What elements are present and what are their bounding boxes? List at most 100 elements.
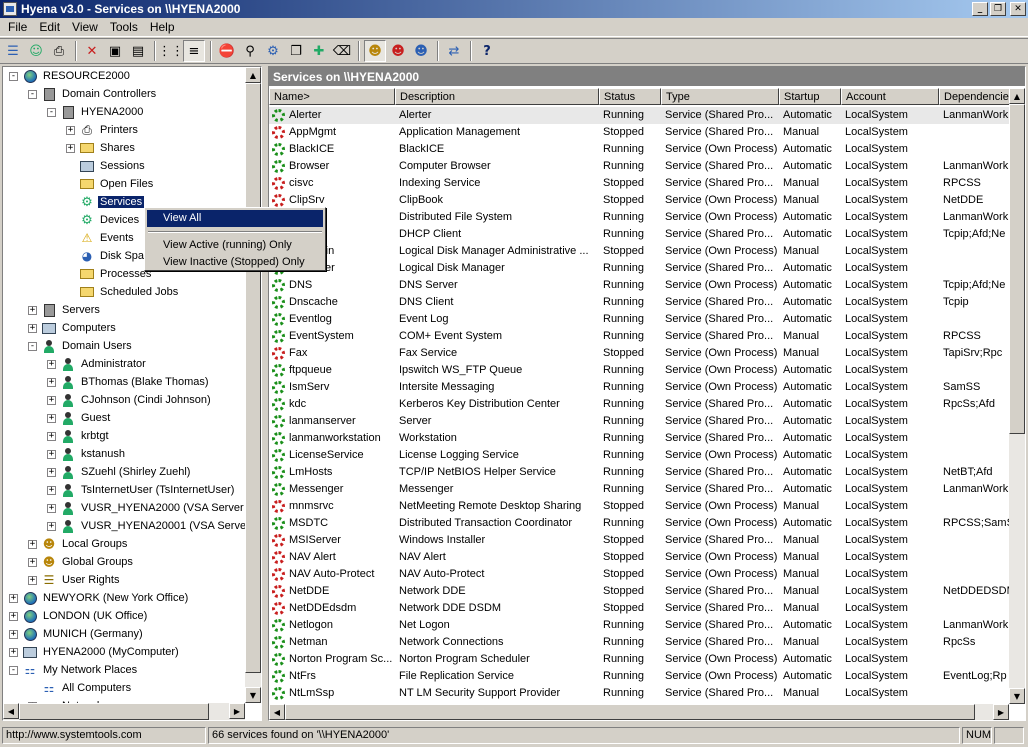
table-row[interactable]: NAV Alert NAV Alert Stopped Service (Own Pr… — [269, 549, 1009, 566]
tree-node[interactable]: Sessions — [66, 157, 147, 175]
tree-node[interactable]: + TsInternetUser (TsInternetUser) — [47, 481, 236, 499]
copy-icon[interactable]: ❐ — [285, 40, 307, 62]
tree-node-label[interactable]: My Network Places — [41, 664, 139, 676]
tree-node[interactable]: - ⚏ My Network Places — [9, 661, 139, 679]
tree-node[interactable]: + SZuehl (Shirley Zuehl) — [47, 463, 192, 481]
tree-horizontal-scrollbar[interactable]: ◀ ▶ — [3, 703, 245, 720]
tree-node-label[interactable]: NEWYORK (New York Office) — [41, 592, 190, 604]
column-status[interactable]: Status — [599, 88, 661, 105]
tree-expander[interactable]: + — [47, 377, 56, 387]
tree-node[interactable]: + VUSR_HYENA20001 (VSA Server A — [47, 517, 245, 535]
tree-node[interactable]: + Computers — [28, 319, 118, 337]
list-horizontal-scrollbar[interactable]: ◀ ▶ — [269, 704, 1009, 720]
tree-expander[interactable]: + — [47, 395, 56, 405]
tree-node-label[interactable]: Printers — [98, 124, 140, 136]
column-name[interactable]: Name> — [269, 88, 395, 105]
tree-expander[interactable]: + — [9, 611, 18, 621]
tree-node[interactable]: + kstanush — [47, 445, 127, 463]
table-row[interactable]: DfsDistributed File SystemRunningService… — [269, 209, 1009, 226]
tree-node-label[interactable]: SZuehl (Shirley Zuehl) — [79, 466, 192, 478]
tree-node[interactable]: - HYENA2000 — [47, 103, 145, 121]
scroll-down-button[interactable]: ▼ — [1009, 688, 1025, 704]
tree-expander[interactable]: - — [28, 89, 37, 99]
table-row[interactable]: BlackICE BlackICE Running Service (Own Proc… — [269, 141, 1009, 158]
tree-node-label[interactable]: Sessions — [98, 160, 147, 172]
table-row[interactable]: dmadminLogical Disk Manager Administrati… — [269, 243, 1009, 260]
tree-expander[interactable]: + — [9, 629, 18, 639]
tree-node-label[interactable]: krbtgt — [79, 430, 111, 442]
table-row[interactable]: LmHosts TCP/IP NetBIOS Helper Service Runn… — [269, 464, 1009, 481]
add-user-icon[interactable]: ☻ — [410, 40, 432, 62]
scroll-thumb[interactable] — [245, 83, 261, 673]
table-row[interactable]: IsmServ Intersite Messaging Running Service… — [269, 379, 1009, 396]
scroll-thumb[interactable] — [1009, 104, 1025, 434]
menu-help[interactable]: Help — [144, 18, 181, 36]
tree-node-label[interactable]: LONDON (UK Office) — [41, 610, 149, 622]
tree-node[interactable]: + CJohnson (Cindi Johnson) — [47, 391, 213, 409]
tree-node[interactable]: ⚏ All Computers — [28, 679, 133, 697]
tree-node[interactable]: + ☻ Global Groups — [28, 553, 135, 571]
tree-node-label[interactable]: Events — [98, 232, 136, 244]
scroll-left-button[interactable]: ◀ — [269, 704, 285, 720]
tree-node[interactable]: + ⎙ Printers — [66, 121, 140, 139]
table-row[interactable]: NAV Auto-Protect NAV Auto-Protect Stopped S… — [269, 566, 1009, 583]
table-row[interactable]: Fax Fax Service Stopped Service (Own Proces… — [269, 345, 1009, 362]
tree-expander[interactable]: + — [66, 125, 75, 135]
tree-node-label[interactable]: Shares — [98, 142, 137, 154]
tree-node[interactable]: Processes — [66, 265, 153, 283]
tree-add-icon[interactable]: ✚ — [308, 40, 330, 62]
tree-expander[interactable]: + — [9, 647, 18, 657]
column-account[interactable]: Account — [841, 88, 939, 105]
tree-node-label[interactable]: Domain Controllers — [60, 88, 158, 100]
table-row[interactable]: DNS DNS Server Running Service (Own Process… — [269, 277, 1009, 294]
menu-tools[interactable]: Tools — [104, 18, 144, 36]
tree-node-label[interactable]: Computers — [60, 322, 118, 334]
table-row[interactable]: ClipSrv ClipBook Stopped Service (Own Proce… — [269, 192, 1009, 209]
tree-expander[interactable]: + — [28, 557, 37, 567]
tree-node-label[interactable]: Local Groups — [60, 538, 129, 550]
tree-expander[interactable]: + — [28, 305, 37, 315]
print-icon[interactable]: ⎙ — [48, 40, 70, 62]
table-row[interactable]: Netlogon Net Logon Running Service (Shared … — [269, 617, 1009, 634]
maximize-button[interactable]: ❐ — [990, 2, 1006, 16]
list-vertical-scrollbar[interactable]: ▲ ▼ — [1009, 88, 1025, 704]
tree-node-label[interactable]: MUNICH (Germany) — [41, 628, 145, 640]
tree-node-label[interactable]: Open Files — [98, 178, 155, 190]
tree-node[interactable]: + ☻ Local Groups — [28, 535, 129, 553]
table-row[interactable]: NetDDEdsdm Network DDE DSDM Stopped Service… — [269, 600, 1009, 617]
tree-expander[interactable]: - — [9, 665, 18, 675]
tree-expander[interactable]: - — [9, 71, 18, 81]
table-row[interactable]: Browser Computer Browser Running Service (S… — [269, 158, 1009, 175]
tree-node-label[interactable]: VUSR_HYENA2000 (VSA Server Ac — [79, 502, 245, 514]
tree-vertical-scrollbar[interactable]: ▲ ▼ — [245, 67, 261, 703]
table-row[interactable]: Netman Network Connections Running Service … — [269, 634, 1009, 651]
tree-node-label[interactable]: Domain Users — [60, 340, 134, 352]
table-row[interactable]: MSDTC Distributed Transaction Coordinator… — [269, 515, 1009, 532]
tree-expander[interactable]: + — [47, 503, 56, 513]
menu-item-view-all[interactable]: View All — [147, 210, 323, 227]
tree-node[interactable]: + LONDON (UK Office) — [9, 607, 149, 625]
scroll-down-button[interactable]: ▼ — [245, 687, 261, 703]
delete-icon[interactable]: ✕ — [81, 40, 103, 62]
tree-node-label[interactable]: Devices — [98, 214, 141, 226]
tree-view-icon[interactable]: ☰ — [2, 40, 24, 62]
help-icon[interactable]: ? — [476, 40, 498, 62]
column-type[interactable]: Type — [661, 88, 779, 105]
column-startup[interactable]: Startup — [779, 88, 841, 105]
tree-node[interactable]: - RESOURCE2000 — [9, 67, 132, 85]
table-row[interactable]: Dnscache DNS Client Running Service (Shared… — [269, 294, 1009, 311]
tree-node[interactable]: ⚙ Devices — [66, 211, 141, 229]
tree-node[interactable]: + VUSR_HYENA2000 (VSA Server Ac — [47, 499, 245, 517]
tree-node[interactable]: ⚙ Services — [66, 193, 145, 211]
network-icon[interactable]: ⚙ — [262, 40, 284, 62]
tree-node[interactable]: Scheduled Jobs — [66, 283, 180, 301]
details-view-icon[interactable]: ≡ — [183, 40, 205, 62]
tree-node[interactable]: + Administrator — [47, 355, 148, 373]
tree-node-label[interactable]: HYENA2000 — [79, 106, 145, 118]
scroll-up-button[interactable]: ▲ — [245, 67, 261, 83]
table-row[interactable]: lanmanworkstation Workstation Running Servi… — [269, 430, 1009, 447]
tree-node-label[interactable]: Scheduled Jobs — [98, 286, 180, 298]
table-row[interactable]: Alerter Alerter Running Service (Shared Pro… — [269, 107, 1009, 124]
tree-node-label[interactable]: Services — [98, 196, 145, 208]
tree-expander[interactable]: - — [28, 341, 37, 351]
